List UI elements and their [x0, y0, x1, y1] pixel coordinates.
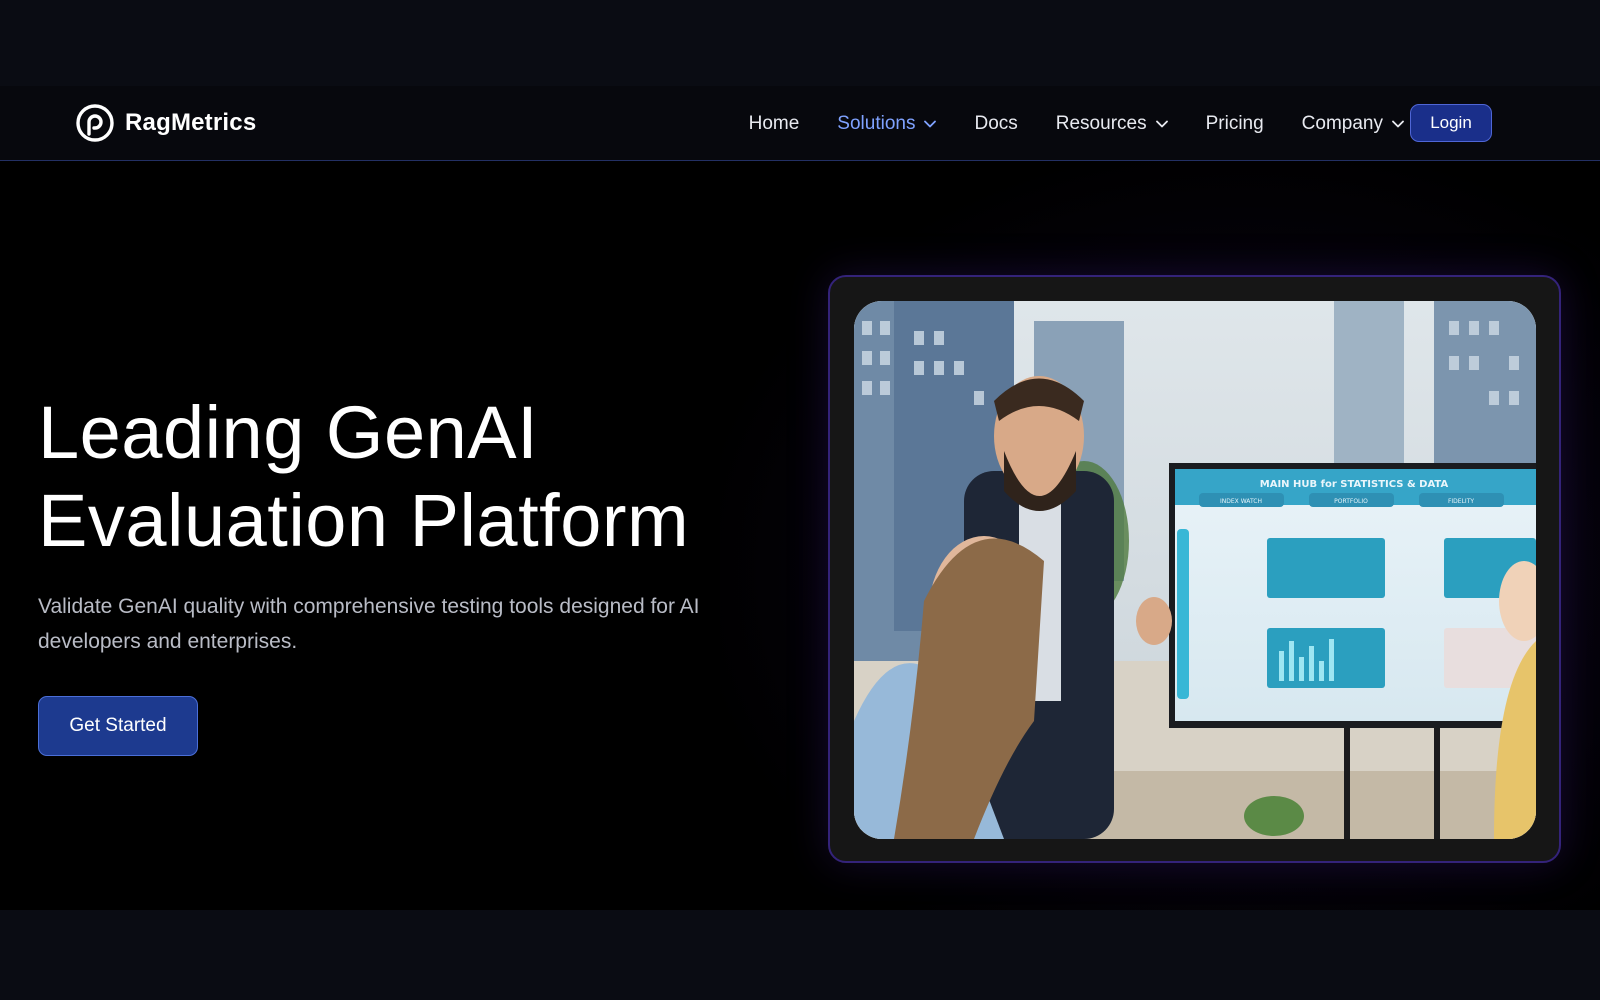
- nav-item-home[interactable]: Home: [749, 113, 800, 135]
- screen-heading: MAIN HUB for STATISTICS & DATA: [1260, 479, 1449, 490]
- hero-section: Leading GenAI Evaluation Platform Valida…: [0, 161, 1600, 910]
- nav-item-label: Home: [748, 112, 800, 134]
- nav-item-pricing[interactable]: Pricing: [1206, 113, 1264, 135]
- hero-photo: MAIN HUB for STATISTICS & DATA INDEX WAT…: [854, 301, 1536, 839]
- nav-item-label: Docs: [974, 112, 1018, 134]
- chevron-down-icon: [1392, 120, 1404, 127]
- login-button[interactable]: Login: [1410, 104, 1492, 142]
- page: RagMetrics Home Solutions Docs Resources…: [0, 0, 1600, 1000]
- nav-item-docs[interactable]: Docs: [974, 113, 1017, 135]
- bottom-band: [0, 910, 1600, 1000]
- chevron-down-icon: [1155, 120, 1168, 127]
- hero-title-line: Evaluation Platform: [38, 479, 690, 562]
- nav-item-solutions[interactable]: Solutions: [837, 112, 937, 135]
- screen-tab: PORTFOLIO: [1334, 498, 1368, 505]
- hero-title-line: Leading GenAI: [38, 391, 539, 474]
- office-presentation-illustration: MAIN HUB for STATISTICS & DATA INDEX WAT…: [854, 301, 1536, 839]
- hero-subtitle: Validate GenAI quality with comprehensiv…: [38, 595, 700, 653]
- nav-item-company[interactable]: Company: [1302, 113, 1404, 135]
- main-nav: Home Solutions Docs Resources Pricing Co…: [749, 86, 1404, 161]
- navbar: RagMetrics Home Solutions Docs Resources…: [0, 86, 1600, 161]
- top-strip: [0, 0, 1600, 86]
- nav-item-label: Company: [1301, 112, 1383, 134]
- nav-item-label: Solutions: [837, 112, 916, 134]
- ragmetrics-logo-icon: [76, 104, 114, 142]
- screen-tab: INDEX WATCH: [1220, 498, 1262, 505]
- hero-media-frame: MAIN HUB for STATISTICS & DATA INDEX WAT…: [828, 275, 1561, 863]
- brand-name: RagMetrics: [125, 109, 257, 136]
- hero-title: Leading GenAI Evaluation Platform: [38, 389, 738, 565]
- nav-item-label: Resources: [1055, 112, 1147, 134]
- get-started-button[interactable]: Get Started: [38, 696, 198, 756]
- screen-tab: FIDELITY: [1448, 498, 1474, 505]
- nav-item-label: Pricing: [1205, 112, 1264, 134]
- brand-logo[interactable]: RagMetrics: [75, 103, 256, 143]
- chevron-down-icon: [924, 120, 937, 127]
- nav-item-resources[interactable]: Resources: [1056, 113, 1168, 135]
